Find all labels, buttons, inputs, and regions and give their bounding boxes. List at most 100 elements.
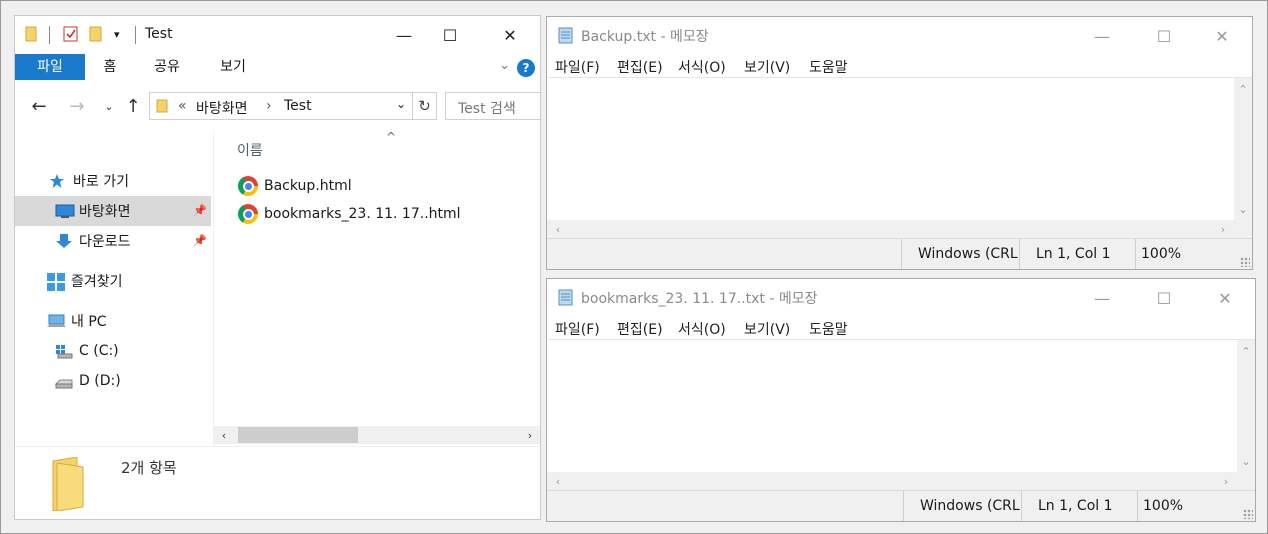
notepad-title-bar[interactable]: bookmarks_23. 11. 17..txt - 메모장 — ☐ ✕ <box>547 279 1255 315</box>
forward-arrow-icon[interactable]: → <box>65 93 89 119</box>
nav-label: 내 PC <box>71 314 107 330</box>
nav-label: D (D:) <box>79 373 121 389</box>
tab-file[interactable]: 파일 <box>15 54 85 80</box>
vertical-scrollbar[interactable]: ⌃ ⌄ <box>1237 340 1255 472</box>
chrome-icon <box>238 204 258 224</box>
breadcrumb-desktop[interactable]: 바탕화면 <box>196 98 248 118</box>
resize-grip-icon[interactable] <box>1240 257 1250 267</box>
expand-ribbon-icon[interactable]: ⌄ <box>499 58 510 73</box>
windows-drive-icon <box>55 343 73 359</box>
breadcrumb-test[interactable]: Test <box>284 98 312 114</box>
address-dropdown-icon[interactable]: ⌄ <box>396 97 406 111</box>
file-name: Backup.html <box>264 178 352 194</box>
tab-share[interactable]: 공유 <box>147 54 187 80</box>
close-button[interactable]: ✕ <box>1202 285 1248 311</box>
minimize-button[interactable]: — <box>1079 23 1125 49</box>
scroll-left-icon[interactable]: ‹ <box>549 472 567 490</box>
folder-icon <box>156 99 168 117</box>
scroll-left-icon[interactable]: ‹ <box>549 220 567 238</box>
horizontal-scrollbar[interactable]: ‹ › <box>547 472 1237 490</box>
scroll-down-icon[interactable]: ⌄ <box>1234 200 1252 218</box>
menu-edit[interactable]: 편집(E) <box>617 319 663 339</box>
properties-icon[interactable] <box>63 26 79 46</box>
scrollbar-thumb[interactable] <box>238 427 358 443</box>
status-bar: Windows (CRL Ln 1, Col 1 100% <box>547 238 1252 269</box>
scroll-up-icon[interactable]: ⌃ <box>1237 342 1255 360</box>
notepad-window-backup: Backup.txt - 메모장 — ☐ ✕ 파일(F) 편집(E) 서식(O)… <box>546 16 1253 270</box>
menu-view[interactable]: 보기(V) <box>744 319 790 339</box>
address-input[interactable]: « 바탕화면 › Test ⌄ <box>149 92 413 120</box>
nav-drive-d[interactable]: D (D:) <box>15 366 211 396</box>
new-folder-icon[interactable] <box>89 26 103 46</box>
scroll-left-icon[interactable]: ‹ <box>216 426 232 444</box>
menu-view[interactable]: 보기(V) <box>744 57 790 77</box>
minimize-button[interactable]: — <box>381 22 427 48</box>
window-title: Test <box>145 26 173 42</box>
nav-downloads[interactable]: 다운로드 📌 <box>15 226 211 256</box>
horizontal-scrollbar[interactable]: ‹ › <box>547 220 1234 238</box>
sort-ascending-icon: ^ <box>386 130 397 144</box>
menu-file[interactable]: 파일(F) <box>555 57 600 77</box>
nav-quick-access[interactable]: 바로 가기 <box>15 166 211 196</box>
file-explorer-window: ▾ Test — ☐ ✕ 파일 홈 공유 보기 ⌄ ? ← → ⌄ ↑ « 바탕… <box>14 15 541 520</box>
search-input[interactable]: Test 검색 <box>445 92 540 120</box>
scroll-down-icon[interactable]: ⌄ <box>1237 452 1255 470</box>
drive-icon <box>54 373 73 389</box>
explorer-title-bar[interactable]: ▾ Test — ☐ ✕ <box>15 16 540 54</box>
scrollbar-corner <box>1234 220 1252 238</box>
maximize-button[interactable]: ☐ <box>1141 23 1187 49</box>
item-count: 2개 항목 <box>121 459 177 477</box>
menu-bar: 파일(F) 편집(E) 서식(O) 보기(V) 도움말 <box>547 53 1252 77</box>
scroll-right-icon[interactable]: › <box>1217 472 1235 490</box>
help-icon[interactable]: ? <box>517 59 535 77</box>
nav-this-pc[interactable]: 내 PC <box>15 306 211 336</box>
notepad-title-bar[interactable]: Backup.txt - 메모장 — ☐ ✕ <box>547 17 1252 53</box>
horizontal-scrollbar[interactable]: ‹ › <box>214 426 540 444</box>
desktop-icon <box>55 203 75 219</box>
breadcrumb-separator-icon: › <box>266 98 272 114</box>
nav-favorites[interactable]: 즐겨찾기 <box>15 266 211 296</box>
status-zoom: 100% <box>1135 239 1252 269</box>
customize-quick-access-icon[interactable]: ▾ <box>114 28 120 41</box>
refresh-button[interactable]: ↻ <box>413 92 437 120</box>
menu-format[interactable]: 서식(O) <box>678 319 726 339</box>
pin-icon[interactable]: 📌 <box>193 234 207 247</box>
up-arrow-icon[interactable]: ↑ <box>121 93 145 119</box>
column-header-name[interactable]: 이름 <box>237 140 263 160</box>
nav-desktop[interactable]: 바탕화면 📌 <box>15 196 211 226</box>
scroll-up-icon[interactable]: ⌃ <box>1234 80 1252 98</box>
minimize-button[interactable]: — <box>1079 285 1125 311</box>
menu-edit[interactable]: 편집(E) <box>617 57 663 77</box>
back-arrow-icon[interactable]: ← <box>27 93 51 119</box>
menu-bar: 파일(F) 편집(E) 서식(O) 보기(V) 도움말 <box>547 315 1255 339</box>
nav-label: C (C:) <box>79 343 119 359</box>
breadcrumb-overflow[interactable]: « <box>178 98 187 114</box>
file-item[interactable]: Backup.html <box>238 174 352 198</box>
text-editor[interactable]: ⌃ ⌄ ‹ › <box>547 339 1255 490</box>
file-name: bookmarks_23. 11. 17..html <box>264 206 461 222</box>
menu-help[interactable]: 도움말 <box>809 57 848 77</box>
tab-view[interactable]: 보기 <box>213 54 253 80</box>
vertical-scrollbar[interactable]: ⌃ ⌄ <box>1234 78 1252 220</box>
close-button[interactable]: ✕ <box>1199 23 1245 49</box>
file-item[interactable]: bookmarks_23. 11. 17..html <box>238 202 461 226</box>
resize-grip-icon[interactable] <box>1243 509 1253 519</box>
nav-label: 즐겨찾기 <box>71 274 123 290</box>
scroll-right-icon[interactable]: › <box>1214 220 1232 238</box>
text-editor[interactable]: ⌃ ⌄ ‹ › <box>547 77 1252 238</box>
maximize-button[interactable]: ☐ <box>427 22 473 48</box>
scroll-right-icon[interactable]: › <box>522 426 538 444</box>
menu-help[interactable]: 도움말 <box>809 319 848 339</box>
tab-home[interactable]: 홈 <box>95 54 125 80</box>
close-button[interactable]: ✕ <box>487 22 533 48</box>
maximize-button[interactable]: ☐ <box>1141 285 1187 311</box>
notepad-window-bookmarks: bookmarks_23. 11. 17..txt - 메모장 — ☐ ✕ 파일… <box>546 278 1256 522</box>
menu-file[interactable]: 파일(F) <box>555 319 600 339</box>
nav-label: 다운로드 <box>79 234 131 250</box>
pin-icon[interactable]: 📌 <box>193 204 207 217</box>
file-list-pane: ^ 이름 Backup.html bookmarks_23. 11. 17..h… <box>214 130 540 446</box>
divider <box>49 26 50 44</box>
menu-format[interactable]: 서식(O) <box>678 57 726 77</box>
recent-locations-icon[interactable]: ⌄ <box>97 93 121 119</box>
nav-drive-c[interactable]: C (C:) <box>15 336 211 366</box>
